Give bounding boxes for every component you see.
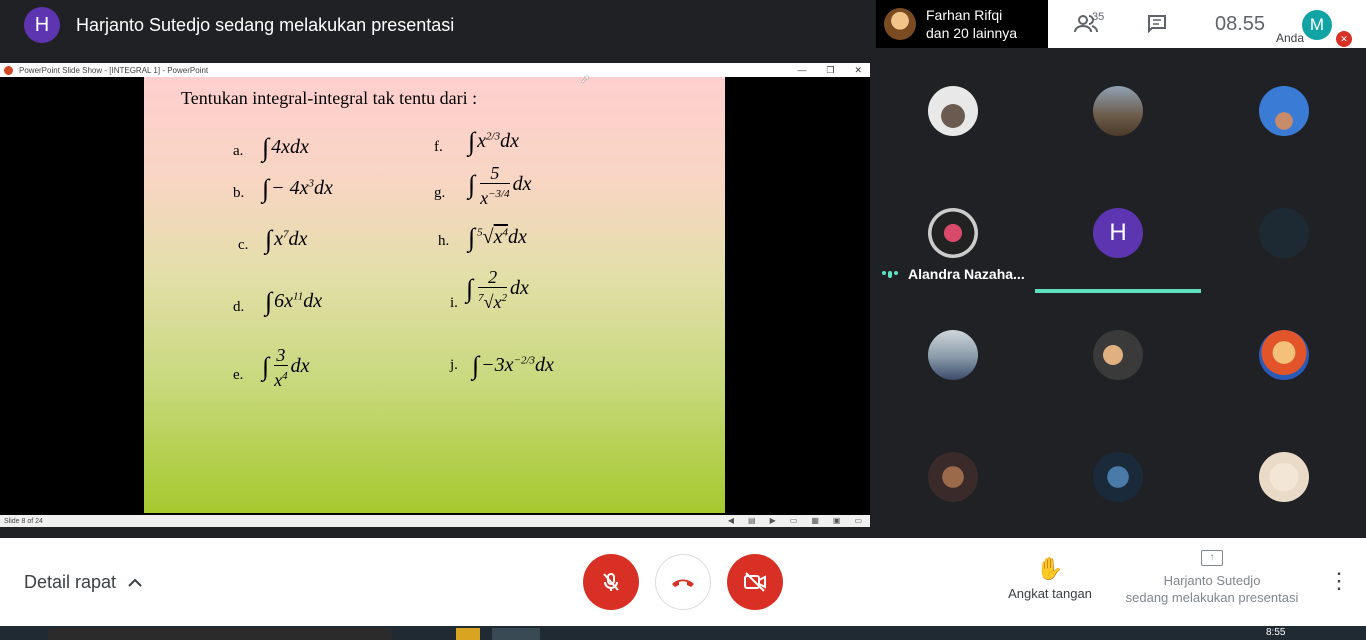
slide-counter: Slide 8 of 24	[4, 517, 43, 525]
meeting-details-button[interactable]: Detail rapat	[24, 572, 142, 593]
presenting-status-line1: Harjanto Sutedjo	[1163, 573, 1261, 588]
speaking-indicator: Alandra Nazaha...	[882, 266, 1025, 282]
presenting-title: Harjanto Sutedjo sedang melakukan presen…	[76, 14, 455, 35]
problem-f: ∫ x2/3dx	[468, 127, 519, 156]
participant-tile[interactable]	[928, 86, 978, 136]
speaking-highlight-bar	[1035, 289, 1201, 293]
more-options-icon[interactable]: ⋮	[1328, 568, 1350, 594]
slide: Tentukan integral-integral tak tentu dar…	[144, 77, 725, 513]
problem-label-f: f.	[434, 139, 443, 155]
problem-j: ∫ −3x−2/3dx	[472, 351, 554, 380]
meeting-toolbar: 35 08.55 M Anda ✕	[1048, 0, 1366, 48]
participant-tile[interactable]	[1259, 330, 1309, 380]
presenter-chip-others: dan 20 lainnya	[926, 25, 1018, 41]
top-bar: H Harjanto Sutedjo sedang melakukan pres…	[0, 0, 870, 50]
next-slide-icon[interactable]: ▶	[770, 516, 776, 525]
slide-heading: Tentukan integral-integral tak tentu dar…	[181, 88, 478, 108]
camera-off-icon	[744, 572, 766, 592]
participant-tile[interactable]	[928, 330, 978, 380]
taskbar-search-box[interactable]	[48, 628, 392, 640]
raise-hand-button[interactable]: ✋ Angkat tangan	[1004, 556, 1096, 601]
presenter-photo	[884, 8, 916, 40]
mic-off-icon	[603, 573, 619, 591]
chevron-up-icon	[128, 578, 142, 587]
slideshow-icon[interactable]: ▭	[854, 516, 862, 525]
meeting-details-label: Detail rapat	[24, 572, 117, 592]
powerpoint-window-title: PowerPoint Slide Show - [INTEGRAL 1] - P…	[19, 65, 209, 75]
raise-hand-icon: ✋	[1036, 556, 1064, 581]
problem-label-h: h.	[438, 233, 450, 249]
problem-d: ∫ 6x11dx	[265, 287, 323, 316]
people-count: 35	[1092, 11, 1105, 23]
presenter-chip-name: Farhan Rifqi	[926, 7, 1003, 23]
participant-tile[interactable]	[1093, 330, 1143, 380]
presenter-chip[interactable]: Farhan Rifqi dan 20 lainnya	[876, 0, 1048, 48]
speaking-name: Alandra Nazaha...	[908, 266, 1025, 282]
powerpoint-titlebar: PowerPoint Slide Show - [INTEGRAL 1] - P…	[0, 63, 870, 77]
participant-tile[interactable]	[928, 208, 978, 258]
presenting-status: ↑ Harjanto Sutedjo sedang melakukan pres…	[1120, 550, 1304, 606]
file-explorer-icon[interactable]	[456, 628, 480, 640]
self-label: Anda	[1276, 31, 1305, 45]
presenting-status-line2: sedang melakukan presentasi	[1125, 590, 1299, 605]
taskbar-clock: 8:55	[1266, 627, 1286, 638]
participant-tile[interactable]	[1259, 86, 1309, 136]
problem-e: ∫ 3 x4 dx	[262, 345, 310, 390]
problem-h: ∫ 5√x4dx	[468, 223, 527, 252]
chrome-taskbar-icon[interactable]	[492, 628, 540, 640]
problem-a: ∫ 4xdx	[262, 133, 309, 162]
problem-g: ∫ 5 x−3/4 dx	[468, 163, 532, 208]
powerpoint-statusbar: Slide 8 of 24 ◀ ▤ ▶ ▭ ▦ ▣ ▭	[0, 515, 870, 527]
people-button[interactable]: 35	[1048, 0, 1124, 48]
participant-avatar[interactable]: H	[1093, 208, 1143, 258]
previous-slide-icon[interactable]: ◀	[728, 516, 734, 525]
participant-tile[interactable]	[928, 452, 978, 502]
participant-tile[interactable]	[1093, 86, 1143, 136]
slide-sorter-icon[interactable]: ▤	[748, 516, 756, 525]
problem-label-g: g.	[434, 185, 446, 201]
problem-label-i: i.	[450, 295, 458, 311]
minimize-icon[interactable]: —	[797, 65, 806, 75]
microphone-toggle-button[interactable]	[583, 554, 639, 610]
bottom-bar: Detail rapat ✋ Angkat tangan ↑ Harjanto …	[0, 538, 1366, 626]
problem-i: ∫ 2 7√x2 dx	[466, 267, 529, 312]
problem-label-a: a.	[233, 143, 244, 159]
mouse-cursor-icon: ➚	[580, 72, 591, 86]
chat-button[interactable]	[1124, 0, 1190, 48]
self-avatar: M	[1302, 10, 1332, 40]
normal-view-icon[interactable]: ▭	[790, 516, 798, 525]
problem-label-j: j.	[450, 357, 458, 373]
chat-icon	[1148, 15, 1166, 34]
self-tile[interactable]: M Anda ✕	[1276, 0, 1366, 48]
participant-tile[interactable]	[1259, 208, 1309, 258]
meeting-clock: 08.55	[1214, 12, 1266, 35]
grid-view-icon[interactable]: ▦	[811, 516, 819, 525]
restore-icon[interactable]: ❐	[826, 65, 834, 76]
powerpoint-logo-icon	[4, 65, 13, 75]
reading-view-icon[interactable]: ▣	[833, 516, 841, 525]
presenter-avatar: H	[24, 7, 60, 43]
problem-label-c: c.	[238, 237, 249, 253]
problem-label-b: b.	[233, 185, 245, 201]
present-screen-icon: ↑	[1201, 550, 1223, 566]
problem-label-e: e.	[233, 367, 244, 383]
raise-hand-label: Angkat tangan	[1008, 586, 1092, 601]
hang-up-icon	[672, 579, 694, 587]
problem-b: ∫ − 4x3dx	[262, 174, 333, 203]
problem-label-d: d.	[233, 299, 245, 315]
participant-tile[interactable]	[1093, 452, 1143, 502]
camera-toggle-button[interactable]	[727, 554, 783, 610]
audio-level-icon	[882, 270, 898, 278]
leave-call-button[interactable]	[655, 554, 711, 610]
participant-tile[interactable]	[1259, 452, 1309, 502]
close-icon[interactable]: ✕	[854, 65, 862, 76]
windows-taskbar: 8:55	[0, 626, 1366, 640]
problem-c: ∫ x7dx	[265, 225, 308, 254]
shared-screen: PowerPoint Slide Show - [INTEGRAL 1] - P…	[0, 63, 870, 527]
mic-off-icon: ✕	[1336, 31, 1352, 47]
